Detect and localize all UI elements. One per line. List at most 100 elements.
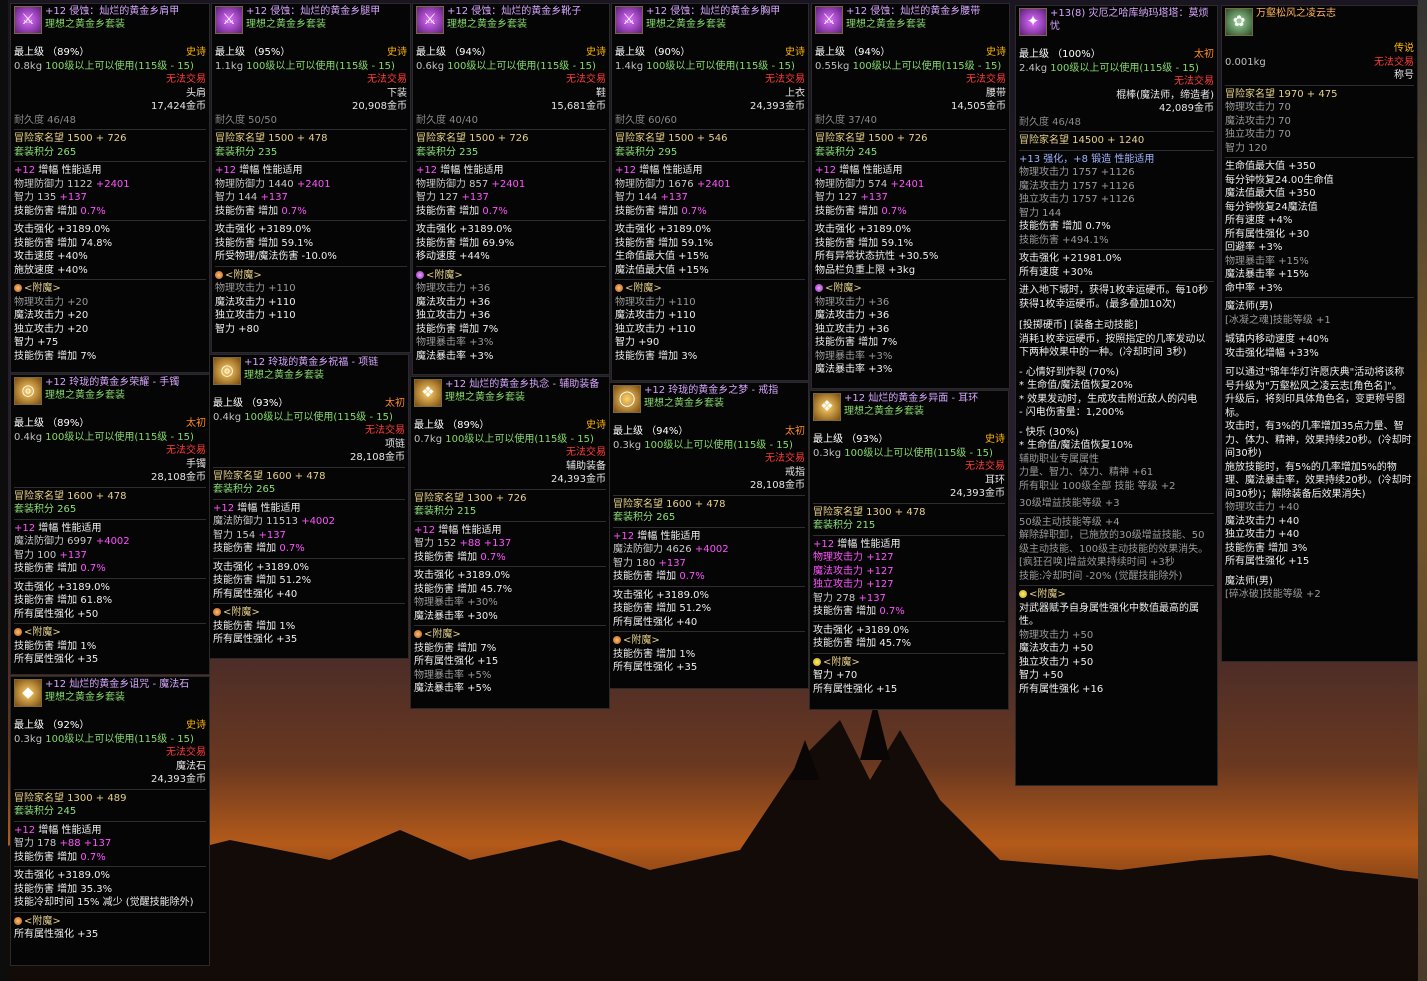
- rarity: 史诗: [186, 47, 206, 58]
- level-req: 100级以上可以使用(115级 - 15): [1050, 62, 1199, 74]
- enchant: 技能伤害 增加 1%: [613, 648, 696, 660]
- enchant-dim: 物理攻击力 +20: [14, 296, 89, 308]
- option: 技能伤害 增加 35.3%: [14, 883, 113, 895]
- title-effect: 每分钟恢复24.00生命值: [1225, 174, 1334, 186]
- weapon-option: 攻击强化 +21981.0%: [1019, 253, 1122, 264]
- option: 技能伤害 增加 59.1%: [215, 237, 314, 249]
- price: 20,908金币: [352, 101, 407, 112]
- option: 移动速度 +44%: [416, 251, 490, 262]
- renown: 冒险家名望 1300 + 489: [14, 792, 127, 804]
- weapon-desc: 力量、智力、体力、精神 +61: [1019, 467, 1154, 478]
- level-req: 100级以上可以使用(115级 - 15): [447, 60, 596, 72]
- item-tooltip-chest: ⚔ +12 侵蚀：灿烂的黄金乡胸甲 理想之黄金乡套装 最上级 （90%） 史诗 1.…: [611, 3, 809, 381]
- stat: 技能伤害 增加: [615, 205, 679, 217]
- stat: 智力 178: [14, 838, 57, 849]
- item-title: +12 灿烂的黄金乡诅咒 - 魔法石: [45, 679, 190, 690]
- shoulder-armor-icon: ⚔: [14, 6, 42, 34]
- item-tooltip-ring: ◯ +12 玲珑的黄金乡之梦 - 戒指 理想之黄金乡套装 最上级 （94%） 太初 …: [609, 382, 809, 689]
- enchant: 魔法暴击率 +5%: [414, 683, 492, 694]
- set-points: 套装积分 295: [615, 146, 678, 158]
- title-effect-dim: 物理暴击率 +15%: [1225, 255, 1309, 267]
- option: 技能伤害 增加 69.9%: [416, 237, 515, 249]
- title-town: 城镇内移动速度 +40%: [1225, 334, 1329, 345]
- enchant: 魔法攻击力 +110: [615, 310, 696, 321]
- enchant: 独立攻击力 +20: [14, 323, 89, 335]
- stat: 技能伤害 增加: [213, 543, 277, 554]
- enchant-orb-icon: [14, 916, 22, 925]
- rarity: 史诗: [785, 47, 805, 58]
- enchant: 独立攻击力 +36: [416, 310, 491, 321]
- item-tooltip-bracelet: ◎ +12 玲珑的黄金乡荣耀 - 手镯 理想之黄金乡套装 最上级 （89%） 太初 …: [10, 374, 210, 675]
- weapon-desc: - 闪电伤害量：1,200%: [1019, 407, 1124, 418]
- grade: 最上级 （89%）: [14, 418, 90, 429]
- enchant-orb-icon: [815, 284, 823, 292]
- enchant-orb-icon: [416, 270, 424, 279]
- slot-type: 头肩: [186, 87, 206, 99]
- enchant: 所有属性强化 +35: [213, 634, 298, 645]
- durability: 耐久度 46/48: [14, 114, 76, 126]
- enchant: 所有属性强化 +15: [414, 656, 499, 667]
- trade-status: 无法交易: [166, 74, 206, 85]
- enchant-dim: 物理攻击力 +36: [416, 283, 491, 294]
- auxiliary-equipment-icon: ❖: [414, 379, 442, 407]
- title-effect: 生命值最大值 +350: [1225, 161, 1316, 172]
- stat-bonus: 0.7%: [80, 563, 106, 574]
- enchant: 独立攻击力 +110: [615, 323, 696, 335]
- enchant: 独立攻击力 +36: [815, 323, 890, 335]
- set-name: 理想之黄金乡套装: [246, 18, 326, 30]
- item-tooltip-magic-stone: ◆ +12 灿烂的黄金乡诅咒 - 魔法石 理想之黄金乡套装 最上级 （92%） 史诗…: [10, 676, 210, 966]
- weapon-skill: 技能伤害 增加 0.7%: [1019, 221, 1111, 232]
- enchant: 智力 +75: [14, 337, 59, 348]
- title-class-skill: [碎冰破]技能等级 +2: [1225, 589, 1321, 600]
- level-req: 100级以上可以使用(115级 - 15): [644, 439, 793, 451]
- rarity: 太初: [1194, 49, 1214, 60]
- slot-type: 上衣: [785, 87, 805, 99]
- stat: 智力 144: [615, 192, 658, 203]
- stat-bonus: 0.7%: [281, 205, 307, 217]
- rarity: 太初: [385, 398, 405, 409]
- chest-armor-icon: ⚔: [615, 6, 643, 34]
- amp-prefix: +12: [813, 538, 835, 550]
- refine-line: +13 强化，+8 锻造 性能适用: [1019, 153, 1155, 165]
- title-stat: 魔法攻击力 70: [1225, 115, 1291, 127]
- renown: 冒险家名望 1970 + 475: [1225, 88, 1338, 100]
- enchant: 所有属性强化 +35: [14, 654, 99, 665]
- option: 技能伤害 增加 45.7%: [414, 583, 513, 595]
- weight: 0.4kg: [213, 411, 242, 423]
- weapon-desc: 消耗1枚幸运硬币，按照指定的几率发动以下两种效果中的一种。(冷却时间 3秒): [1019, 333, 1206, 359]
- renown: 冒险家名望 1300 + 478: [813, 506, 926, 518]
- option: 攻击强化 +3189.0%: [813, 624, 910, 636]
- stat: 智力 180: [613, 557, 656, 569]
- stat: 魔法攻击力: [813, 565, 863, 577]
- weight: 0.7kg: [414, 433, 443, 445]
- stat: 技能伤害 增加: [813, 606, 877, 617]
- stat: 智力 152: [414, 538, 457, 549]
- level-req: 100级以上可以使用(115级 - 15): [45, 733, 194, 745]
- amp-prefix: +12: [213, 502, 235, 514]
- stat: 魔法防御力 4626: [613, 544, 692, 555]
- title-effect: 魔法攻击力 +40: [1225, 515, 1300, 527]
- amp-line: 增幅 性能适用: [639, 165, 703, 176]
- level-req: 100级以上可以使用(115级 - 15): [244, 411, 393, 423]
- item-title: +12 侵蚀：灿烂的黄金乡靴子: [447, 6, 582, 17]
- item-tooltip-shoes: ⚔ +12 侵蚀：灿烂的黄金乡靴子 理想之黄金乡套装 最上级 （94%） 史诗 0.…: [412, 3, 610, 375]
- option: 技能伤害 增加 45.7%: [813, 638, 912, 649]
- item-title: +12 玲珑的黄金乡荣耀 - 手镯: [45, 377, 180, 388]
- title-class-skill: [冰凝之魂]技能等级 +1: [1225, 314, 1331, 326]
- enchant-dim: 物理攻击力 +110: [615, 296, 696, 308]
- option: 攻击强化 +3189.0%: [613, 589, 710, 601]
- grade: 最上级 （100%）: [1019, 49, 1101, 60]
- bracelet-icon: ◎: [14, 377, 42, 405]
- renown: 冒险家名望 1500 + 478: [215, 133, 328, 144]
- set-points: 套装积分 245: [815, 146, 878, 158]
- price: 24,393金币: [551, 474, 606, 485]
- weapon-option: 所有速度 +30%: [1019, 266, 1093, 278]
- renown: 冒险家名望 1500 + 726: [815, 133, 928, 144]
- weight: 0.4kg: [14, 431, 43, 443]
- enchant-label: <附魔>: [24, 283, 61, 294]
- trade-status: 无法交易: [1374, 56, 1414, 68]
- stat-bonus: 0.7%: [279, 543, 305, 554]
- durability: 耐久度 40/40: [416, 114, 478, 126]
- stat: 物理防御力 1122: [14, 178, 93, 190]
- screen: ⚔ +12 侵蚀：灿烂的黄金乡肩甲 理想之黄金乡套装 最上级 （89%） 史诗 0.…: [0, 0, 1427, 981]
